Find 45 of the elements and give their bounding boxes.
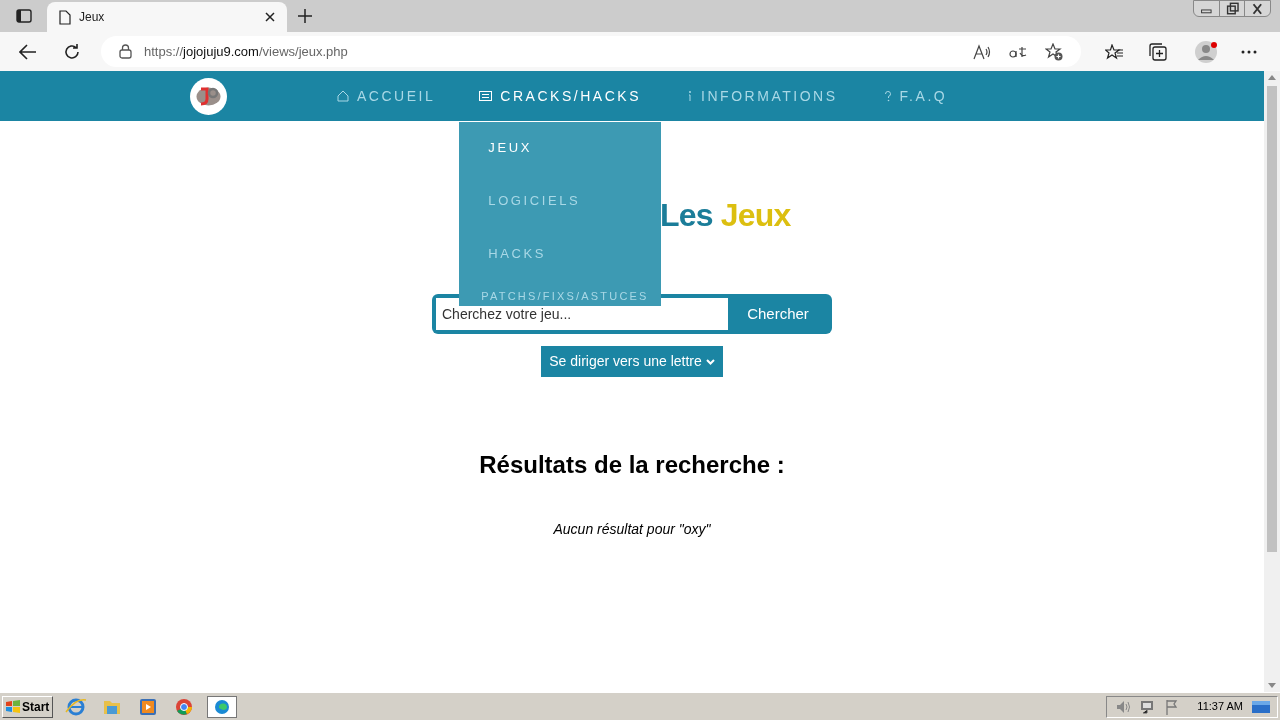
show-desktop-icon[interactable] — [1251, 698, 1271, 715]
nav-link[interactable]: ACCUEIL — [337, 85, 436, 107]
list-icon — [479, 91, 493, 101]
page-title: Les Jeux — [660, 196, 791, 235]
edge-icon[interactable] — [207, 695, 238, 718]
favorite-add-icon[interactable] — [1045, 42, 1063, 61]
dropdown-item[interactable]: JEUX — [488, 137, 532, 157]
dropdown-item[interactable]: HACKS — [488, 243, 547, 263]
scrollbar[interactable] — [1264, 71, 1280, 692]
lock-icon — [119, 44, 132, 59]
question-icon — [883, 90, 892, 102]
restore-icon[interactable] — [1218, 1, 1246, 17]
url-text: https://jojojuju9.com/views/jeux.php — [144, 42, 349, 61]
search-button[interactable]: Chercher — [728, 298, 828, 330]
letter-select[interactable]: Se diriger vers une lettre — [541, 346, 723, 377]
address-bar[interactable]: https://jojojuju9.com/views/jeux.php — [101, 36, 1081, 67]
results-message: Aucun résultat pour "oxy" — [553, 520, 711, 539]
home-icon — [337, 90, 349, 102]
translate-icon[interactable] — [1009, 44, 1027, 59]
windows-logo-icon — [6, 700, 20, 713]
nav-link[interactable]: F.A.Q — [883, 85, 948, 107]
site-logo[interactable] — [190, 77, 227, 115]
dropdown-item[interactable]: LOGICIELS — [488, 190, 581, 210]
browser-tab[interactable]: Jeux — [47, 2, 287, 32]
nav-link[interactable]: INFORMATIONS — [687, 85, 838, 107]
chevron-icon — [705, 358, 715, 365]
tab-actions-icon[interactable] — [16, 8, 32, 24]
new-tab-icon[interactable] — [297, 8, 313, 24]
scroll-up-icon[interactable] — [1268, 75, 1276, 80]
close-icon[interactable] — [265, 12, 275, 22]
profile-avatar-icon[interactable] — [1195, 39, 1219, 64]
start-button[interactable]: Start — [2, 695, 54, 718]
clock: 11:37 AM — [1197, 699, 1243, 715]
read-aloud-icon[interactable] — [973, 43, 991, 60]
back-icon[interactable] — [19, 43, 37, 60]
nav-link[interactable]: CRACKS/HACKS — [479, 85, 642, 107]
collections-icon[interactable] — [1149, 42, 1167, 61]
more-icon[interactable] — [1241, 49, 1257, 54]
scroll-down-icon[interactable] — [1268, 683, 1276, 688]
favorites-icon[interactable] — [1105, 43, 1123, 60]
page-icon — [59, 9, 71, 25]
results-heading: Résultats de la recherche : — [479, 450, 785, 480]
info-icon — [687, 90, 694, 102]
tab-title: Jeux — [79, 9, 106, 26]
refresh-icon[interactable] — [63, 42, 81, 61]
